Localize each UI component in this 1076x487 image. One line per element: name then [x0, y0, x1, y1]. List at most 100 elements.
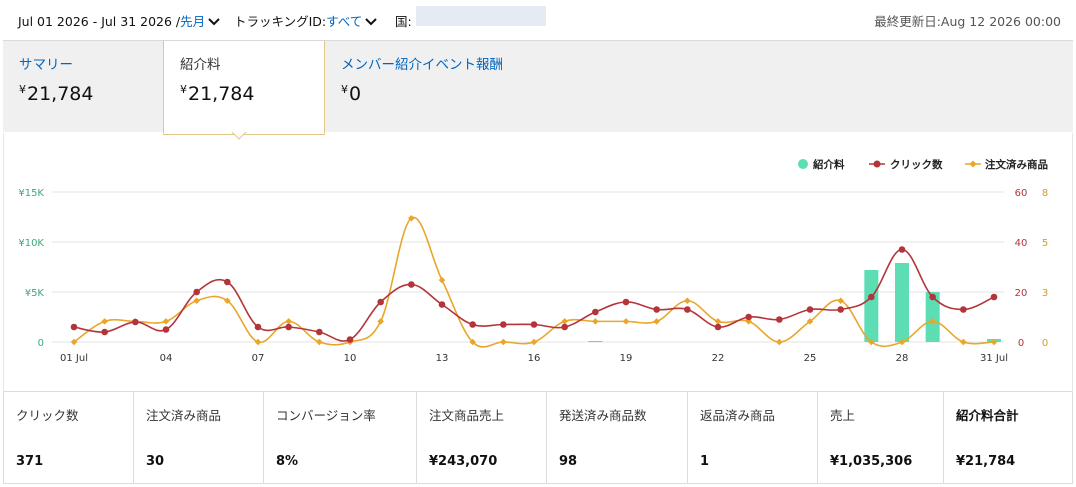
x-tick-label: 19: [620, 353, 633, 364]
tab-referral-fee-label: 紹介料: [180, 57, 221, 73]
period-link[interactable]: 先月: [180, 14, 205, 29]
x-tick-label: 16: [528, 353, 541, 364]
x-tick-label: 25: [804, 353, 817, 364]
point-clicks: [745, 313, 752, 321]
point-clicks: [408, 281, 415, 288]
point-clicks: [224, 278, 231, 286]
point-clicks: [254, 323, 262, 331]
legend-label-referral-fee: 紹介料: [813, 158, 845, 171]
stat-label: コンバージョン率: [276, 408, 376, 423]
y-tick-label-left: 0: [38, 338, 44, 349]
country-label: 国:: [395, 14, 412, 29]
earnings-chart: 0 0 0 ¥5K 20 3 ¥10K 40 5 ¥15K 60 8 01 Jul 04 07 10 13 16 1…: [3, 133, 1073, 391]
y-tick-label-ordered: 3: [1042, 288, 1048, 299]
point-clicks: [776, 316, 783, 323]
report-header: Jul 01 2026 - Jul 31 2026 /先月 トラッキングID:す…: [0, 0, 1076, 40]
tracking-id-selector[interactable]: トラッキングID:すべて: [234, 11, 378, 30]
y-tick-label-left: ¥15K: [18, 188, 44, 199]
legend-label-clicks: クリック数: [890, 158, 943, 171]
stat-value: ¥21,784: [956, 454, 1016, 469]
tracking-id-value[interactable]: すべて: [326, 14, 362, 29]
stat-label: 注文済み商品: [146, 408, 222, 423]
point-clicks: [162, 326, 170, 333]
point-clicks: [990, 293, 998, 301]
y-tick-label-ordered: 0: [1042, 338, 1048, 349]
bar-referral-fee: [588, 341, 603, 342]
tab-member-event-value: ¥0: [341, 83, 362, 105]
point-ordered-items: [714, 318, 722, 325]
point-clicks: [132, 318, 139, 326]
point-ordered-items: [960, 338, 967, 346]
x-tick-label: 01 Jul: [60, 353, 88, 364]
stat-label: 発送済み商品数: [559, 408, 647, 423]
legend-swatch-ordered-items: [969, 160, 977, 168]
legend-swatch-clicks: [873, 160, 881, 168]
point-clicks: [469, 321, 476, 328]
chevron-down-icon[interactable]: [207, 16, 221, 28]
tab-summary[interactable]: サマリー ¥21,784: [3, 41, 163, 133]
x-tick-label: 22: [712, 353, 725, 364]
stat-label: 注文商品売上: [429, 408, 505, 423]
x-tick-label: 13: [436, 353, 449, 364]
stat-label: 売上: [830, 408, 856, 423]
point-clicks: [837, 306, 844, 313]
stat-revenue: 売上 ¥1,035,306: [818, 392, 944, 483]
point-clicks: [377, 298, 384, 306]
stat-value: ¥1,035,306: [830, 454, 913, 469]
point-ordered-items: [101, 318, 108, 325]
stat-conversion-rate: コンバージョン率 8%: [264, 392, 417, 483]
stat-value: 98: [559, 454, 578, 469]
tab-summary-label: サマリー: [19, 57, 73, 73]
point-ordered-items: [254, 338, 262, 346]
stat-clicks: クリック数 371: [4, 392, 134, 483]
stat-shipped-items: 発送済み商品数 98: [547, 392, 688, 483]
point-ordered-items: [377, 318, 384, 325]
point-clicks: [960, 306, 967, 313]
x-tick-label: 31 Jul: [980, 353, 1008, 364]
y-tick-label-ordered: 5: [1042, 238, 1048, 249]
point-clicks: [868, 293, 875, 301]
point-clicks: [346, 336, 354, 343]
chart-canvas: 0 0 0 ¥5K 20 3 ¥10K 40 5 ¥15K 60 8 01 Jul 04 07 10 13 16 1…: [18, 158, 1048, 364]
y-tick-label-left: ¥5K: [25, 288, 45, 299]
tab-referral-fee[interactable]: 紹介料 ¥21,784: [163, 41, 325, 135]
bar-referral-fee: [895, 263, 909, 342]
bar-referral-fee: [864, 270, 879, 342]
point-ordered-items: [684, 297, 691, 305]
chevron-down-icon[interactable]: [364, 16, 378, 28]
point-ordered-items: [438, 276, 446, 284]
x-tick-label: 10: [344, 353, 357, 364]
country-selector[interactable]: [416, 6, 546, 26]
point-clicks: [285, 323, 292, 331]
point-ordered-items: [776, 338, 783, 346]
point-ordered-items: [592, 318, 599, 325]
stat-value: 1: [700, 454, 710, 469]
stat-value: 30: [146, 454, 165, 469]
y-tick-label-clicks: 40: [1015, 238, 1028, 249]
point-clicks: [714, 323, 722, 331]
tab-referral-fee-value: ¥21,784: [180, 83, 255, 105]
point-ordered-items: [622, 318, 630, 325]
date-range-selector[interactable]: Jul 01 2026 - Jul 31 2026 /先月: [18, 11, 221, 30]
tab-member-event[interactable]: メンバー紹介イベント報酬 ¥0: [325, 41, 585, 133]
point-clicks: [929, 293, 936, 301]
legend-label-ordered-items: 注文済み商品: [985, 158, 1048, 171]
last-updated: 最終更新日:Aug 12 2026 00:00: [874, 14, 1061, 29]
stat-total-referral-fee: 紹介料合計 ¥21,784: [944, 392, 1072, 483]
point-clicks: [500, 321, 507, 328]
stat-returned-items: 返品済み商品 1: [688, 392, 818, 483]
point-clicks: [101, 328, 108, 336]
y-tick-label-clicks: 60: [1015, 188, 1028, 199]
point-clicks: [684, 306, 691, 313]
point-clicks: [561, 323, 568, 331]
earnings-tabs: サマリー ¥21,784 紹介料 ¥21,784 メンバー紹介イベント報酬 ¥0: [3, 40, 1073, 135]
stat-label: 返品済み商品: [700, 408, 776, 423]
stat-ordered-revenue: 注文商品売上 ¥243,070: [417, 392, 547, 483]
y-tick-label-left: ¥10K: [18, 238, 44, 249]
x-tick-label: 07: [252, 353, 265, 364]
stat-label: クリック数: [16, 408, 79, 423]
point-ordered-items: [500, 338, 507, 346]
y-tick-label-clicks: 0: [1018, 338, 1024, 349]
point-ordered-items: [837, 297, 844, 305]
point-ordered-items: [162, 318, 170, 325]
